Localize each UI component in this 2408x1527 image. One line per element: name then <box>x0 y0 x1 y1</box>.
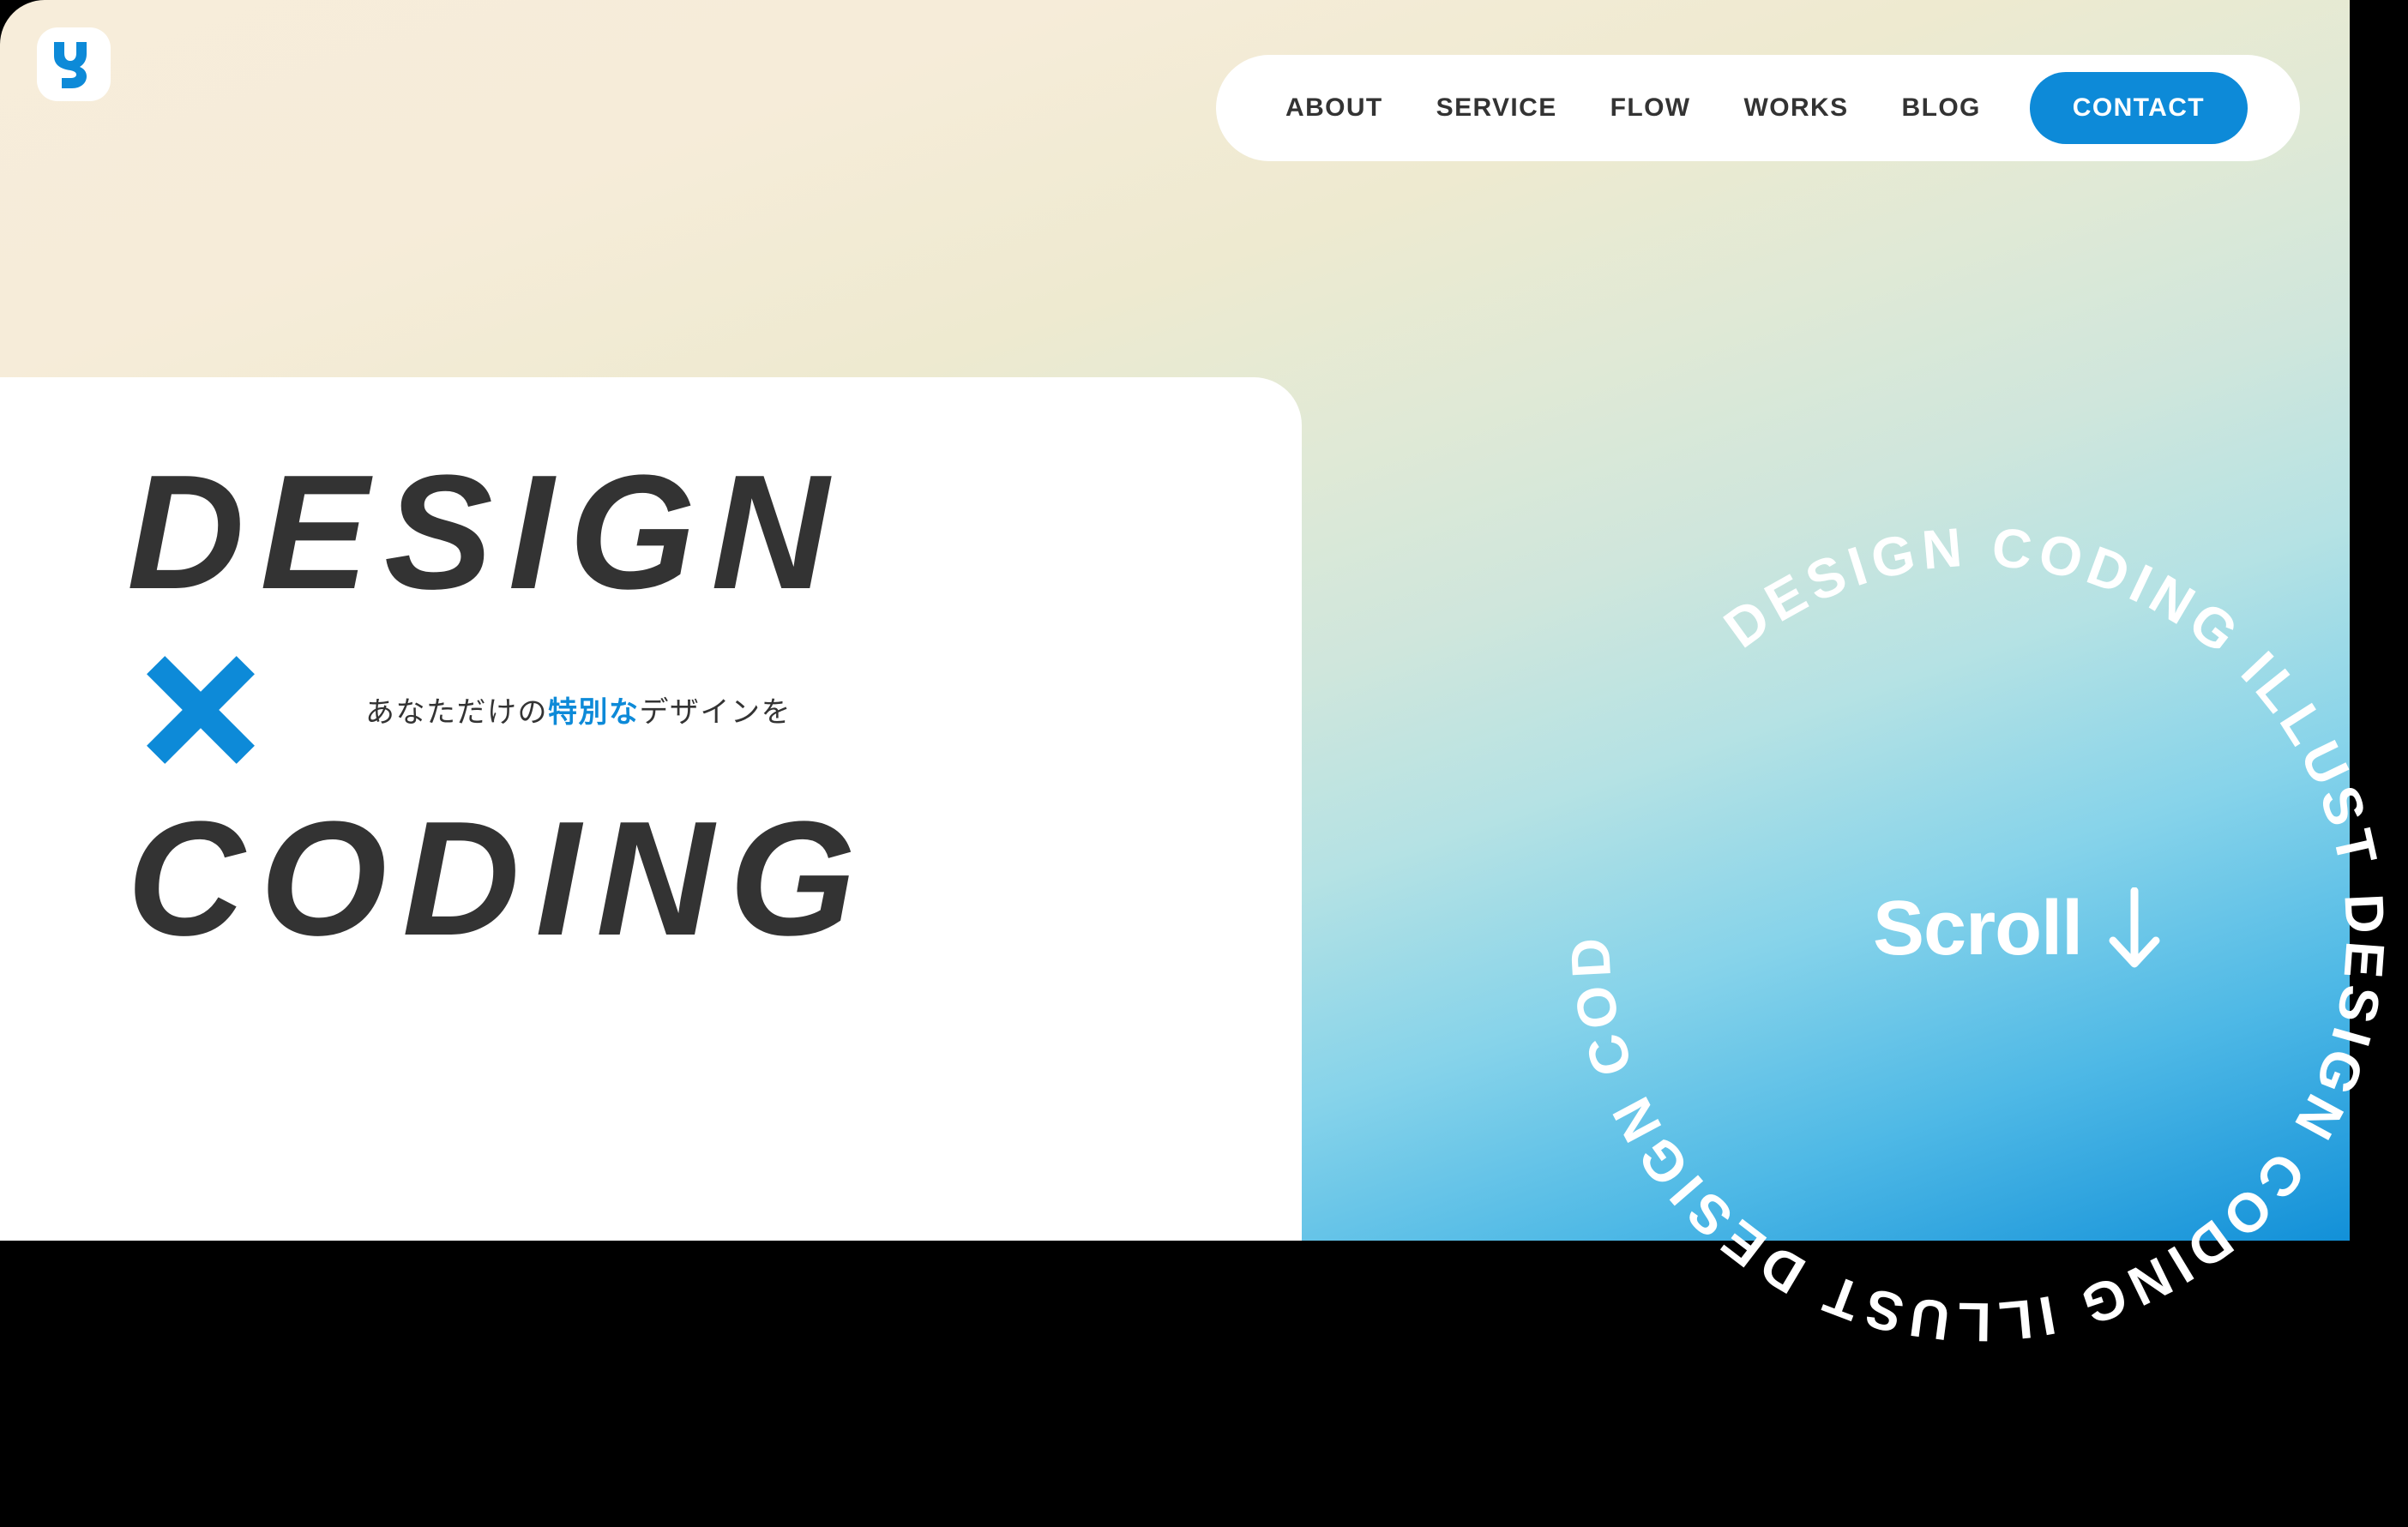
nav-item-about[interactable]: ABOUT <box>1259 95 1410 121</box>
cross-x-icon <box>146 655 256 765</box>
tagline-pre: あなただけの <box>365 695 548 730</box>
nav-item-flow[interactable]: FLOW <box>1584 95 1718 121</box>
nav-item-blog[interactable]: BLOG <box>1875 95 2008 121</box>
hero-tagline: あなただけの特別なデザインを <box>365 688 792 730</box>
letter-y-logo-icon <box>54 42 87 88</box>
main-navigation: ABOUT SERVICE FLOW WORKS BLOG CONTACT <box>1216 55 2300 161</box>
tagline-accent: 特別な <box>548 695 640 730</box>
nav-item-works[interactable]: WORKS <box>1718 95 1875 121</box>
scroll-indicator[interactable]: Scroll <box>1873 887 2161 970</box>
browser-viewport: DESIGN あなただけの特別なデザインを CODING Scroll <box>0 0 2350 1241</box>
hero-headline-coding: CODING <box>127 787 871 970</box>
hero-content: DESIGN あなただけの特別なデザインを CODING <box>127 442 871 970</box>
hero-headline-design: DESIGN <box>127 442 845 623</box>
site-logo[interactable] <box>37 27 111 101</box>
arrow-down-icon <box>2109 887 2160 968</box>
hero-middle-row: あなただけの特別なデザインを <box>127 654 871 766</box>
nav-item-service[interactable]: SERVICE <box>1410 95 1584 121</box>
tagline-post: デザインを <box>639 695 792 730</box>
scroll-label: Scroll <box>1873 886 2083 971</box>
contact-button[interactable]: CONTACT <box>2029 72 2248 144</box>
